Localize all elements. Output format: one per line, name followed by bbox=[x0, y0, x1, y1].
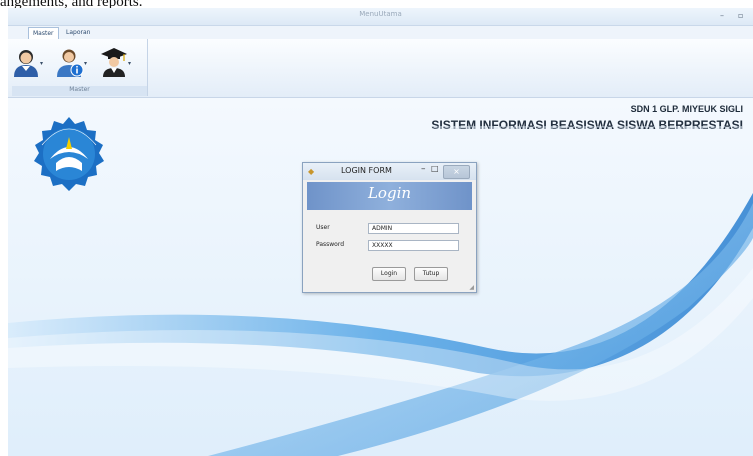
chevron-down-icon[interactable]: ▾ bbox=[40, 60, 43, 67]
restore-button[interactable]: ▫ bbox=[738, 11, 743, 20]
dialog-minimize-button[interactable]: – bbox=[421, 164, 426, 174]
login-banner: Login bbox=[307, 182, 472, 210]
dialog-title-bar: ◆ LOGIN FORM – □ × bbox=[303, 163, 476, 180]
chevron-down-icon[interactable]: ▾ bbox=[128, 60, 131, 67]
login-banner-text: Login bbox=[367, 184, 412, 202]
user-info-icon bbox=[57, 49, 84, 77]
login-button[interactable]: Login bbox=[372, 267, 406, 281]
password-label: Password bbox=[316, 241, 345, 248]
chevron-down-icon[interactable]: ▾ bbox=[84, 60, 87, 67]
ribbon-tabs: Master Laporan bbox=[8, 26, 753, 40]
login-dialog: ◆ LOGIN FORM – □ × Login User ADMIN Pass… bbox=[302, 162, 477, 293]
student-button[interactable]: ▾ bbox=[12, 47, 52, 81]
tut-wuri-handayani-logo bbox=[34, 117, 104, 191]
main-content: SDN 1 GLP. MIYEUK SIGLI SISTEM INFORMASI… bbox=[8, 98, 753, 456]
school-name: SDN 1 GLP. MIYEUK SIGLI bbox=[630, 104, 743, 114]
app-icon: ◆ bbox=[308, 167, 315, 176]
resize-grip-icon[interactable]: ◢ bbox=[469, 284, 474, 291]
tab-laporan[interactable]: Laporan bbox=[62, 27, 94, 39]
dialog-close-button[interactable]: × bbox=[443, 165, 470, 179]
student-icon bbox=[14, 50, 38, 77]
title-bar: MenuUtama – ▫ bbox=[8, 8, 753, 26]
window-title: MenuUtama bbox=[359, 10, 402, 18]
system-title-reflection: SISTEM INFORMASI BEASISWA SISWA BERPREST… bbox=[431, 125, 743, 130]
ribbon-group-label: Master bbox=[12, 86, 147, 96]
ribbon-group-master: ▾ ▾ ▾ Master bbox=[10, 39, 148, 96]
graduate-icon bbox=[101, 48, 127, 77]
password-field[interactable]: XXXXX bbox=[368, 240, 459, 251]
user-label: User bbox=[316, 224, 330, 231]
user-field[interactable]: ADMIN bbox=[368, 223, 459, 234]
user-info-button[interactable]: ▾ bbox=[56, 47, 96, 81]
dialog-maximize-button[interactable]: □ bbox=[431, 164, 439, 173]
ribbon: ▾ ▾ ▾ Master bbox=[8, 39, 753, 98]
minimize-button[interactable]: – bbox=[720, 11, 724, 20]
graduate-button[interactable]: ▾ bbox=[100, 47, 140, 81]
tutup-button[interactable]: Tutup bbox=[414, 267, 448, 281]
school-logo bbox=[30, 115, 108, 197]
main-window: MenuUtama – ▫ Master Laporan ▾ ▾ ▾ Maste… bbox=[8, 8, 753, 456]
dialog-title: LOGIN FORM bbox=[341, 166, 392, 175]
